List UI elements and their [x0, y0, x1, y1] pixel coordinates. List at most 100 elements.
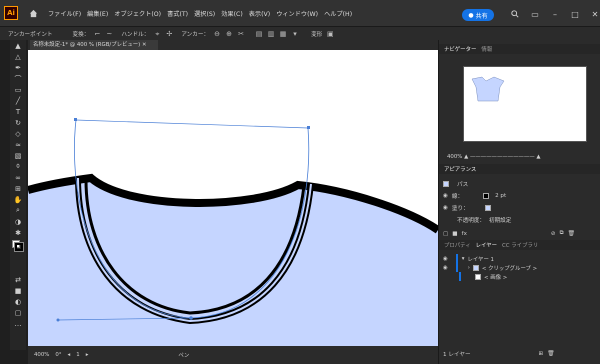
- rotate-tool-icon[interactable]: ↻: [10, 117, 26, 128]
- hand-tool-icon[interactable]: ✋: [10, 194, 26, 205]
- zoom-level[interactable]: 400%: [34, 352, 49, 358]
- new-layer-icon[interactable]: ⊞: [539, 351, 544, 357]
- next-artboard-icon[interactable]: ▸: [86, 352, 89, 358]
- add-fill-icon[interactable]: ■: [452, 231, 457, 237]
- fill-color-swatch[interactable]: [484, 204, 491, 211]
- tab-libraries[interactable]: CC ライブラリ: [502, 241, 538, 249]
- clear-icon[interactable]: ⊘: [551, 231, 556, 237]
- menu-object[interactable]: オブジェクト(O): [114, 9, 161, 18]
- convert-corner-icon[interactable]: ⌐: [93, 30, 101, 38]
- tab-layers[interactable]: レイヤー: [476, 241, 497, 249]
- direct-selection-tool-icon[interactable]: △: [10, 51, 26, 62]
- handle-show-icon[interactable]: ⌖: [153, 30, 161, 38]
- opacity-value[interactable]: 初期設定: [489, 216, 511, 224]
- curvature-tool-icon[interactable]: ⌒: [10, 73, 26, 84]
- rotation-angle[interactable]: 0°: [55, 352, 61, 358]
- clip-group-row[interactable]: ◉ › < クリップグループ >: [439, 263, 600, 272]
- expand-icon[interactable]: ▾: [462, 256, 465, 262]
- maximize-icon[interactable]: □: [570, 9, 580, 19]
- layer-row[interactable]: ◉ ▾ レイヤー 1: [439, 254, 600, 263]
- menu-type[interactable]: 書式(T): [167, 9, 188, 18]
- menu-select[interactable]: 選択(S): [194, 9, 215, 18]
- eraser-tool-icon[interactable]: ◇: [10, 128, 26, 139]
- isolate-icon[interactable]: ▦: [279, 30, 287, 38]
- gradient-tool-icon[interactable]: ▧: [10, 150, 26, 161]
- appearance-fill-row[interactable]: ◉ 塗り：: [439, 202, 600, 213]
- swap-colors-icon[interactable]: ⇄: [10, 274, 26, 285]
- align-icon[interactable]: ▤: [255, 30, 263, 38]
- rectangle-tool-icon[interactable]: ▭: [10, 84, 26, 95]
- cut-path-icon[interactable]: ✂: [237, 30, 245, 38]
- tab-appearance[interactable]: アピアランス: [444, 165, 476, 173]
- menu-file[interactable]: ファイル(F): [48, 9, 81, 18]
- arrange-icon[interactable]: ▣: [326, 30, 334, 38]
- shape-builder-tool-icon[interactable]: ◑: [10, 216, 26, 227]
- close-tab-icon[interactable]: ✕: [142, 42, 147, 48]
- duplicate-icon[interactable]: ⧉: [560, 230, 564, 237]
- add-stroke-icon[interactable]: ▢: [443, 231, 448, 237]
- artwork: [28, 118, 438, 346]
- convert-smooth-icon[interactable]: ~: [105, 30, 113, 38]
- more-icon[interactable]: ▾: [291, 30, 299, 38]
- menu-effect[interactable]: 効果(C): [221, 9, 243, 18]
- visibility-icon[interactable]: ◉: [443, 205, 448, 211]
- prev-artboard-icon[interactable]: ◂: [68, 352, 71, 358]
- delete-icon[interactable]: 🗑: [568, 231, 575, 237]
- appearance-opacity-row[interactable]: 不透明度： 初期設定: [439, 214, 600, 225]
- visibility-icon[interactable]: ◉: [443, 256, 448, 262]
- paintbrush-tool-icon[interactable]: ╱: [10, 95, 26, 106]
- menu-window[interactable]: ウィンドウ(W): [276, 9, 318, 18]
- expand-icon[interactable]: ›: [468, 265, 470, 271]
- edit-toolbar-icon[interactable]: …: [10, 318, 26, 329]
- tab-properties[interactable]: プロパティ: [444, 241, 471, 249]
- connect-anchor-icon[interactable]: ⊕: [225, 30, 233, 38]
- width-tool-icon[interactable]: ≈: [10, 139, 26, 150]
- artboard-number[interactable]: 1: [76, 352, 79, 358]
- menu-edit[interactable]: 編集(E): [87, 9, 108, 18]
- stroke-color-swatch[interactable]: [483, 192, 490, 199]
- search-icon[interactable]: [510, 9, 520, 19]
- delete-layer-icon[interactable]: 🗑: [547, 351, 554, 357]
- type-tool-icon[interactable]: T: [10, 106, 26, 117]
- tab-navigator[interactable]: ナビゲーター: [444, 45, 476, 53]
- close-icon[interactable]: ✕: [590, 9, 600, 19]
- distribute-icon[interactable]: ▥: [267, 30, 275, 38]
- appearance-stroke-row[interactable]: ◉ 線： 2 pt: [439, 190, 600, 201]
- fx-icon[interactable]: fx: [462, 231, 467, 237]
- stroke-swatch[interactable]: [14, 242, 24, 252]
- clip-group-name[interactable]: < クリップグループ >: [482, 264, 537, 272]
- image-row[interactable]: < 画像 >: [439, 272, 600, 281]
- eyedropper-tool-icon[interactable]: ⌽: [10, 161, 26, 172]
- symbol-tool-icon[interactable]: ✱: [10, 227, 26, 238]
- color-mode-icon[interactable]: ■: [10, 285, 26, 296]
- document-title: 名称未設定-1* @ 400 % (RGB/プレビュー): [33, 42, 141, 48]
- draw-mode-icon[interactable]: ◐: [10, 296, 26, 307]
- visibility-icon[interactable]: ◉: [443, 193, 448, 199]
- screen-mode-icon[interactable]: ▢: [10, 307, 26, 318]
- navigator-preview[interactable]: [463, 66, 587, 142]
- remove-anchor-icon[interactable]: ⊖: [213, 30, 221, 38]
- stroke-weight[interactable]: 2 pt: [495, 193, 506, 199]
- menu-help[interactable]: ヘルプ(H): [324, 9, 352, 18]
- zoom-tool-icon[interactable]: ⌕: [10, 205, 26, 216]
- layer-name[interactable]: レイヤー 1: [467, 255, 494, 263]
- zoom-slider-icon[interactable]: ▲ ———————————— ▲: [464, 154, 540, 160]
- document-tab[interactable]: 名称未設定-1* @ 400 % (RGB/プレビュー) ✕: [30, 40, 158, 50]
- artboard-tool-icon[interactable]: ⊞: [10, 183, 26, 194]
- tab-info[interactable]: 情報: [481, 45, 492, 53]
- canvas[interactable]: [28, 50, 438, 346]
- share-button[interactable]: ● 共有: [462, 9, 494, 21]
- menu-view[interactable]: 表示(V): [249, 9, 270, 18]
- home-icon[interactable]: [26, 6, 40, 20]
- minimize-icon[interactable]: –: [550, 9, 560, 19]
- navigator-zoom[interactable]: 400% ▲ ———————————— ▲: [447, 154, 541, 160]
- workspace-icon[interactable]: ▭: [530, 9, 540, 19]
- selection-tool-icon[interactable]: ▲: [10, 40, 26, 51]
- pen-tool-icon[interactable]: ✒: [10, 62, 26, 73]
- fill-label: 塗り：: [451, 205, 469, 212]
- transform-label[interactable]: 変形: [311, 30, 322, 38]
- handle-hide-icon[interactable]: ✢: [165, 30, 173, 38]
- blend-tool-icon[interactable]: ∞: [10, 172, 26, 183]
- image-name[interactable]: < 画像 >: [484, 273, 507, 281]
- visibility-icon[interactable]: ◉: [443, 265, 448, 271]
